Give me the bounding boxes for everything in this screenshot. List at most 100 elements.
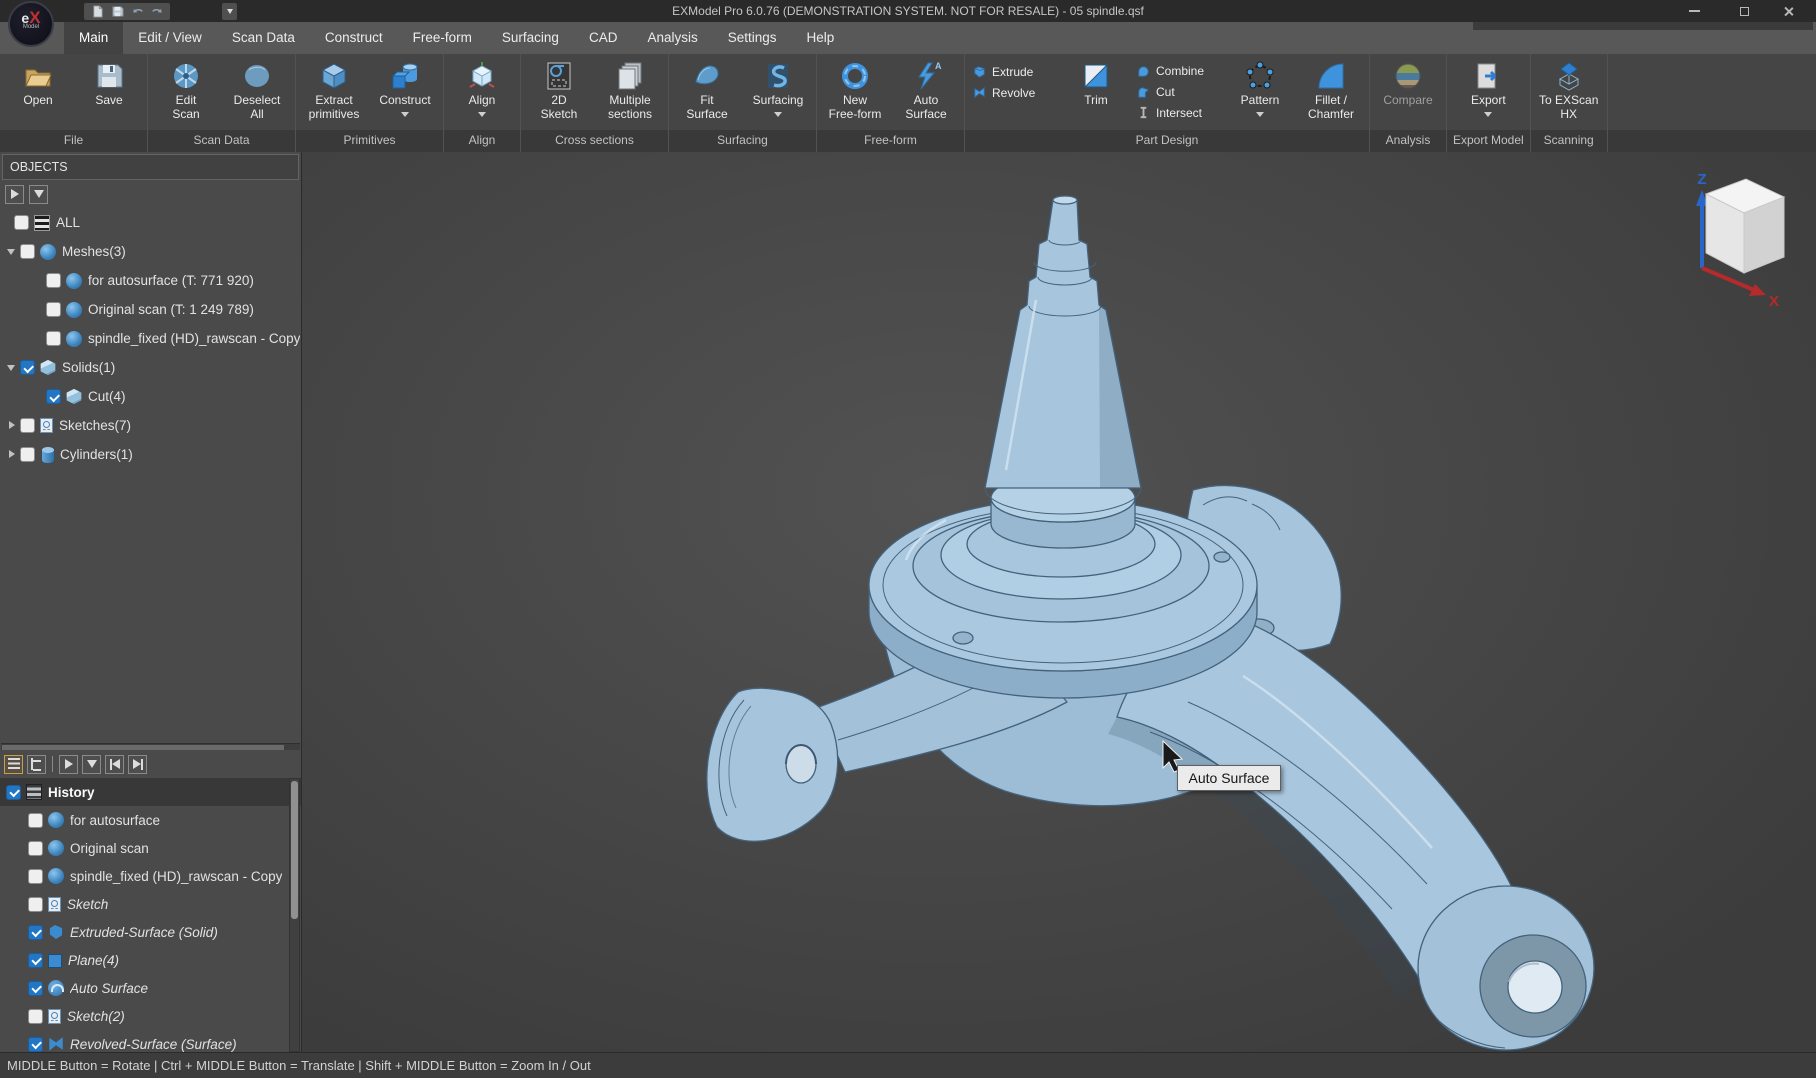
checkbox[interactable] — [20, 244, 35, 259]
auto-surface-button[interactable]: AAutoSurface — [891, 56, 961, 128]
history-item-sketch[interactable]: Sketch — [0, 890, 301, 918]
checkbox[interactable] — [28, 981, 43, 996]
history-item-revolved-surface-surface[interactable]: Revolved-Surface (Surface) — [0, 1030, 301, 1052]
intersect-button[interactable]: Intersect — [1136, 103, 1220, 122]
to-exscan-hx-button[interactable]: To EXScanHX — [1534, 56, 1604, 128]
expand-all-button[interactable] — [5, 185, 24, 204]
checkbox[interactable] — [14, 215, 29, 230]
checkbox[interactable] — [20, 447, 35, 462]
menu-tab-construct[interactable]: Construct — [310, 22, 398, 54]
collapse-all-button[interactable] — [29, 185, 48, 204]
qat-dropdown-button[interactable] — [222, 3, 237, 20]
export-button[interactable]: Export — [1453, 56, 1523, 128]
history-item-history[interactable]: History — [0, 778, 301, 806]
checkbox[interactable] — [46, 389, 61, 404]
maximize-button[interactable] — [1722, 0, 1766, 22]
history-item-auto-surface[interactable]: Auto Surface — [0, 974, 301, 1002]
menu-tab-analysis[interactable]: Analysis — [632, 22, 712, 54]
checkbox[interactable] — [46, 302, 61, 317]
compare-button[interactable]: Compare — [1373, 56, 1443, 128]
history-item-sketch-2[interactable]: Sketch(2) — [0, 1002, 301, 1030]
checkbox[interactable] — [46, 273, 61, 288]
checkbox[interactable] — [28, 897, 43, 912]
step-forward-button[interactable] — [59, 755, 78, 774]
checkbox[interactable] — [28, 953, 43, 968]
checkbox[interactable] — [28, 869, 43, 884]
skip-to-first-button[interactable] — [105, 755, 124, 774]
scrollbar-thumb[interactable] — [2, 745, 284, 750]
tree-view-button[interactable] — [27, 755, 46, 774]
trim-button[interactable]: Trim — [1061, 56, 1131, 128]
checkbox[interactable] — [28, 841, 43, 856]
new-file-button[interactable] — [90, 5, 104, 19]
new-free-form-button[interactable]: NewFree-form — [820, 56, 890, 128]
multiple-sections-button[interactable]: Multiplesections — [595, 56, 665, 128]
objects-item-sketches-7[interactable]: Sketches(7) — [0, 411, 301, 440]
skip-to-last-button[interactable] — [128, 755, 147, 774]
spindle-model[interactable] — [302, 152, 1816, 1052]
cut-button[interactable]: Cut — [1136, 83, 1220, 102]
viewport-3d[interactable]: Z X Auto Surface — [302, 152, 1816, 1052]
menu-tab-scan-data[interactable]: Scan Data — [217, 22, 310, 54]
checkbox[interactable] — [6, 785, 21, 800]
2d-sketch-button[interactable]: 2DSketch — [524, 56, 594, 128]
objects-item-cut-4[interactable]: Cut(4) — [0, 382, 301, 411]
chevron-right-icon[interactable] — [4, 418, 20, 434]
objects-item-cylinders-1[interactable]: Cylinders(1) — [0, 440, 301, 469]
combine-button[interactable]: Combine — [1136, 62, 1220, 81]
history-item-plane-4[interactable]: Plane(4) — [0, 946, 301, 974]
app-logo[interactable]: eX Model — [8, 1, 54, 47]
history-item-original-scan[interactable]: Original scan — [0, 834, 301, 862]
menu-tab-cad[interactable]: CAD — [574, 22, 633, 54]
save-button-small[interactable] — [110, 5, 124, 19]
align-button[interactable]: Align — [447, 56, 517, 128]
checkbox[interactable] — [28, 1009, 43, 1024]
view-cube[interactable]: Z X — [1666, 160, 1816, 310]
menu-tab-settings[interactable]: Settings — [713, 22, 792, 54]
menu-tab-free-form[interactable]: Free-form — [398, 22, 487, 54]
chevron-down-icon[interactable] — [4, 360, 20, 376]
list-view-button[interactable] — [4, 755, 23, 774]
history-item-for-autosurface[interactable]: for autosurface — [0, 806, 301, 834]
vertical-scrollbar[interactable] — [289, 778, 300, 1052]
objects-item-spindle-fixed-hd-rawscan-copy[interactable]: spindle_fixed (HD)_rawscan - Copy — [0, 324, 301, 353]
checkbox[interactable] — [20, 418, 35, 433]
history-item-extruded-surface-solid[interactable]: Extruded-Surface (Solid) — [0, 918, 301, 946]
close-button[interactable] — [1766, 0, 1810, 22]
checkbox[interactable] — [20, 360, 35, 375]
revolve-button[interactable]: Revolve — [972, 83, 1056, 102]
pattern-button[interactable]: Pattern — [1225, 56, 1295, 128]
minimize-button[interactable] — [1672, 0, 1716, 22]
objects-item-solids-1[interactable]: Solids(1) — [0, 353, 301, 382]
save-button[interactable]: Save — [74, 56, 144, 128]
menu-tab-edit-view[interactable]: Edit / View — [123, 22, 217, 54]
chevron-down-icon[interactable] — [4, 244, 20, 260]
objects-item-for-autosurface-t-771-920[interactable]: for autosurface (T: 771 920) — [0, 266, 301, 295]
checkbox[interactable] — [28, 925, 43, 940]
extract-primitives-button[interactable]: Extractprimitives — [299, 56, 369, 128]
edit-scan-button[interactable]: EditScan — [151, 56, 221, 128]
menu-tab-main[interactable]: Main — [64, 22, 123, 54]
menu-tab-help[interactable]: Help — [792, 22, 850, 54]
objects-item-meshes-3[interactable]: Meshes(3) — [0, 237, 301, 266]
objects-item-all[interactable]: ALL — [0, 208, 301, 237]
chevron-right-icon[interactable] — [4, 447, 20, 463]
history-item-spindle-fixed-hd-rawscan-copy[interactable]: spindle_fixed (HD)_rawscan - Copy — [0, 862, 301, 890]
checkbox[interactable] — [28, 1037, 43, 1052]
objects-item-original-scan-t-1-249-789[interactable]: Original scan (T: 1 249 789) — [0, 295, 301, 324]
deselect-all-button[interactable]: DeselectAll — [222, 56, 292, 128]
checkbox[interactable] — [28, 813, 43, 828]
horizontal-scrollbar[interactable] — [1, 743, 300, 750]
fit-surface-button[interactable]: FitSurface — [672, 56, 742, 128]
surfacing-button[interactable]: Surfacing — [743, 56, 813, 128]
scrollbar-thumb[interactable] — [291, 781, 298, 919]
checkbox[interactable] — [46, 331, 61, 346]
fillet-chamfer-button[interactable]: Fillet /Chamfer — [1296, 56, 1366, 128]
step-down-button[interactable] — [82, 755, 101, 774]
extrude-button[interactable]: Extrude — [972, 62, 1056, 81]
open-button[interactable]: Open — [3, 56, 73, 128]
redo-icon[interactable] — [150, 5, 164, 19]
menu-tab-surfacing[interactable]: Surfacing — [487, 22, 574, 54]
undo-icon[interactable] — [130, 5, 144, 19]
construct-button[interactable]: Construct — [370, 56, 440, 128]
